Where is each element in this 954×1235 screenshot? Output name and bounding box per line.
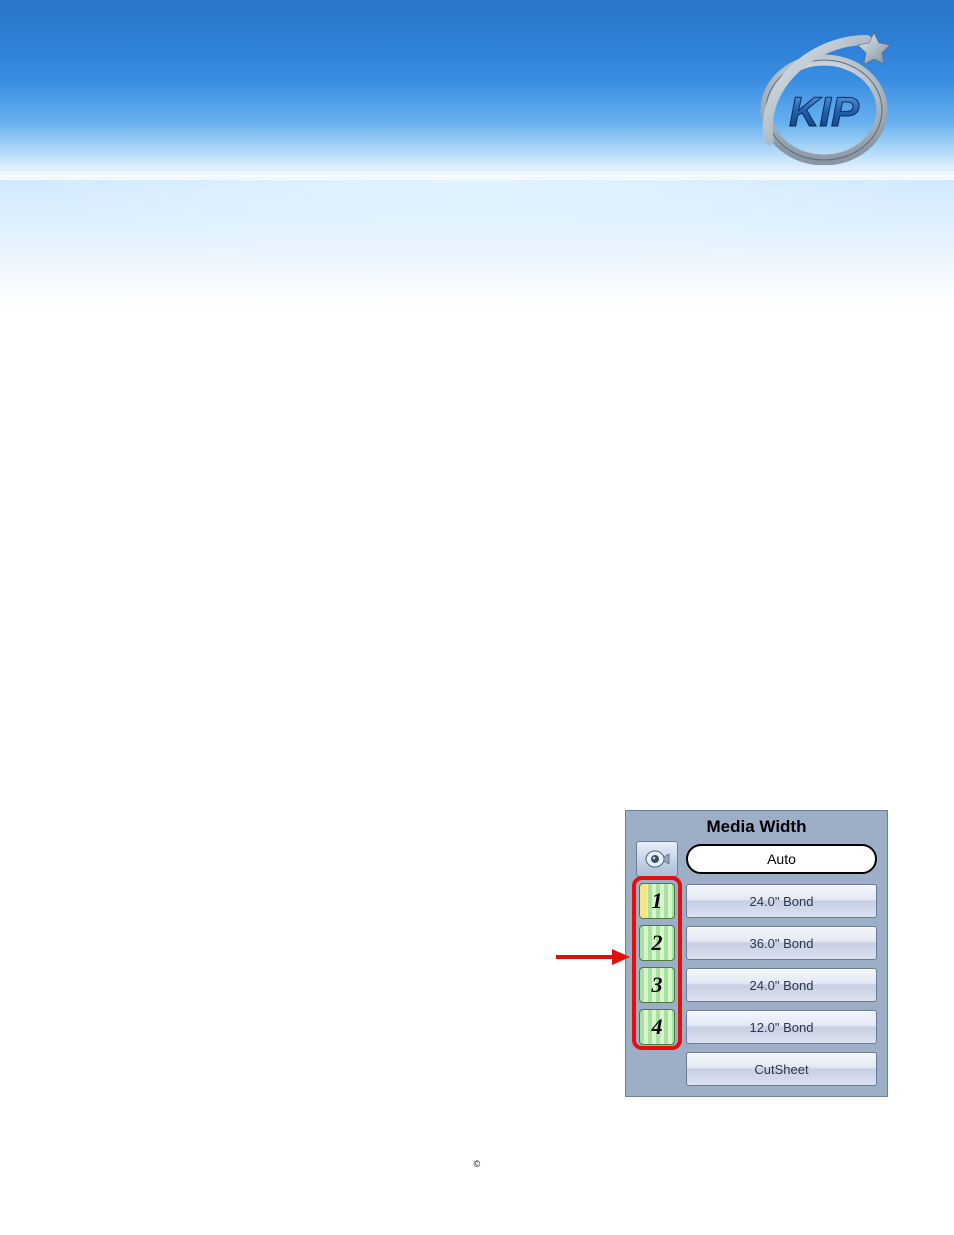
highlight-arrow-icon <box>556 948 630 966</box>
webcam-icon[interactable] <box>636 841 678 877</box>
media-row-cutsheet: CutSheet <box>636 1051 877 1087</box>
media-row-2: 2 36.0" Bond <box>636 925 877 961</box>
header-divider <box>0 175 954 179</box>
media-row-1: 1 24.0" Bond <box>636 883 877 919</box>
media-row-3: 3 24.0" Bond <box>636 967 877 1003</box>
roll-1-icon[interactable]: 1 <box>639 883 675 919</box>
roll-4-button[interactable]: 12.0" Bond <box>686 1010 877 1044</box>
media-width-title: Media Width <box>636 817 877 837</box>
roll-2-button[interactable]: 36.0" Bond <box>686 926 877 960</box>
media-row-4: 4 12.0" Bond <box>636 1009 877 1045</box>
roll-3-icon[interactable]: 3 <box>639 967 675 1003</box>
roll-3-button[interactable]: 24.0" Bond <box>686 968 877 1002</box>
cutsheet-button[interactable]: CutSheet <box>686 1052 877 1086</box>
roll-1-button[interactable]: 24.0" Bond <box>686 884 877 918</box>
header-fade <box>0 180 954 310</box>
auto-button[interactable]: Auto <box>686 844 877 874</box>
brand-logo: KIP <box>749 30 894 165</box>
roll-4-icon[interactable]: 4 <box>639 1009 675 1045</box>
copyright-symbol: © <box>0 1159 954 1169</box>
brand-logo-text: KIP <box>789 88 860 135</box>
header-band: KIP <box>0 0 954 180</box>
media-row-auto: Auto <box>636 841 877 877</box>
roll-2-icon[interactable]: 2 <box>639 925 675 961</box>
media-width-panel: Media Width Auto 1 24.0" Bond 2 36.0" Bo… <box>625 810 888 1097</box>
